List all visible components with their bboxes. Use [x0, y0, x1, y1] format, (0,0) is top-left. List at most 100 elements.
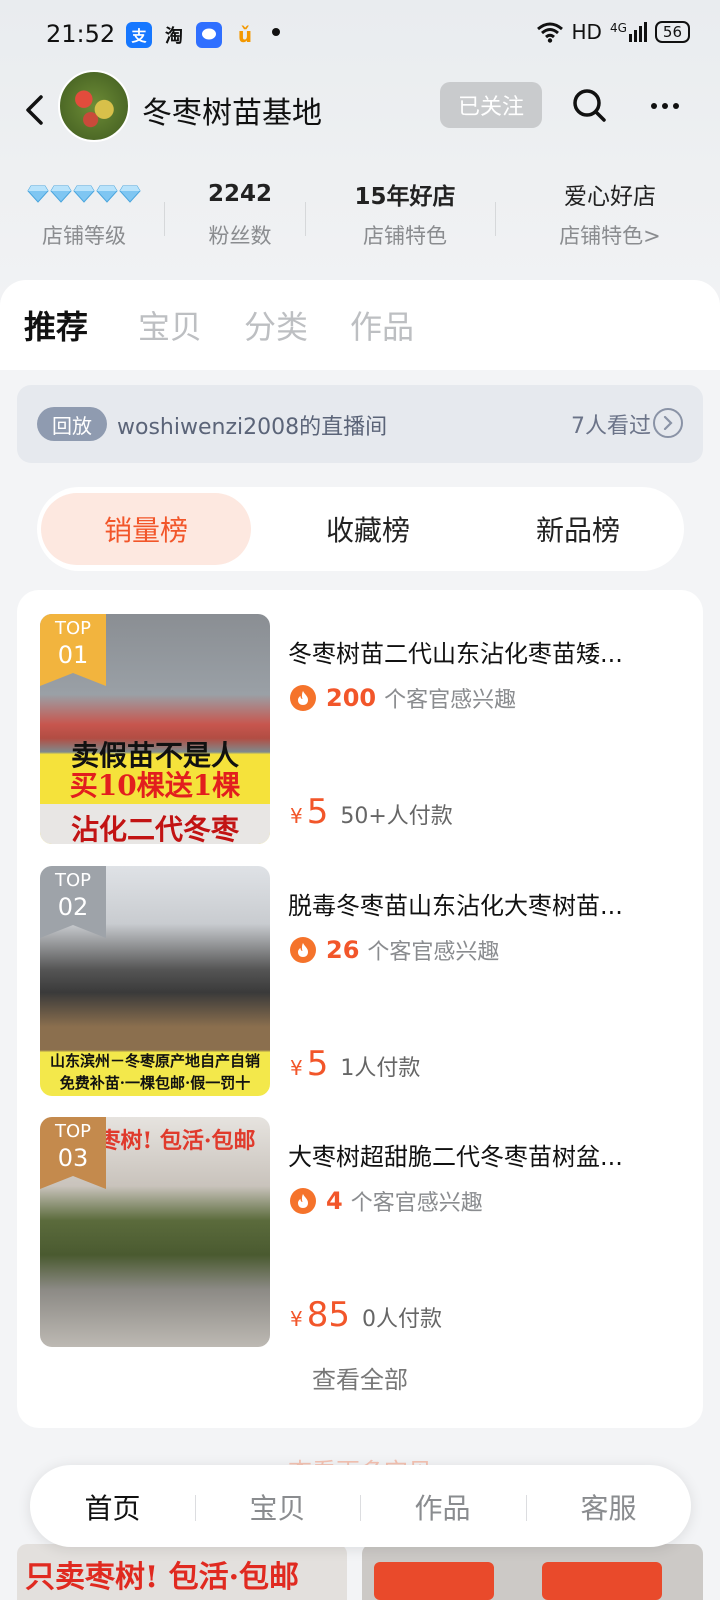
currency-symbol: ¥ [290, 1307, 303, 1331]
diamond-icon [27, 185, 49, 203]
interest-count: 4 [326, 1187, 343, 1215]
replay-badge: 回放 [37, 407, 107, 441]
wifi-icon [536, 22, 563, 43]
follow-button[interactable]: 已关注 [440, 82, 542, 128]
view-all-link[interactable]: 查看全部 [17, 1360, 703, 1395]
product-card-preview[interactable]: 只卖枣树! 包活·包邮 [17, 1544, 347, 1600]
chat-icon [196, 22, 222, 48]
rank-tab-sales[interactable]: 销量榜 [41, 493, 251, 565]
rank-badge: TOP 02 [40, 866, 106, 938]
fire-icon [290, 937, 316, 963]
product-title: 冬枣树苗二代山东沾化枣苗矮... [288, 640, 623, 668]
image-caption: 买10棵送1棵 [69, 769, 241, 802]
diamond-icon [96, 185, 118, 203]
nav-products[interactable]: 宝贝 [195, 1487, 360, 1527]
price: 5 [306, 1044, 329, 1084]
more-dot-icon [673, 103, 679, 109]
live-room-title: woshiwenzi2008的直播间 [117, 415, 388, 440]
stat-value: 2242 [207, 181, 272, 207]
more-dot-icon [651, 103, 657, 109]
rank-badge: TOP 03 [40, 1117, 106, 1189]
interest-row: 4 个客官感兴趣 [290, 1185, 483, 1217]
chevron-right-icon [653, 408, 683, 438]
currency-symbol: ¥ [290, 804, 303, 828]
interest-count: 26 [326, 936, 360, 964]
stat-fans[interactable]: 2242 粉丝数 [186, 178, 294, 250]
nav-customer-service[interactable]: 客服 [526, 1487, 691, 1527]
battery-icon: 56 [654, 21, 690, 43]
network-label: HD [571, 20, 602, 44]
payers-count: 50+人付款 [340, 804, 453, 829]
stat-feature-1[interactable]: 15年好店 店铺特色 [340, 178, 470, 250]
stat-feature-2[interactable]: 爱心好店 店铺特色> [540, 178, 680, 250]
product-image[interactable]: 山东滨州－冬枣原产地自产自销 免费补苗·一棵包邮·假一罚十 TOP 02 [40, 866, 270, 1096]
tab-recommend[interactable]: 推荐 [24, 302, 88, 348]
status-right: HD 4G 56 [536, 20, 690, 44]
stat-shop-level[interactable]: 店铺等级 [22, 178, 146, 250]
search-icon [573, 89, 606, 122]
rank-badge-number: 02 [57, 893, 89, 921]
product-card-preview[interactable] [362, 1544, 703, 1600]
search-button[interactable] [570, 86, 610, 126]
rank-badge-number: 03 [57, 1144, 89, 1172]
more-button[interactable] [640, 86, 690, 126]
fire-icon [290, 685, 316, 711]
status-bar: 21:52 支 淘 ǔ HD 4G 56 [0, 0, 720, 70]
stat-value: 爱心好店 [564, 184, 656, 210]
live-viewers: 7人看过 [571, 414, 651, 439]
fire-icon [290, 1188, 316, 1214]
back-button[interactable] [16, 90, 52, 130]
shop-avatar[interactable] [58, 70, 130, 142]
taobao-icon: 淘 [165, 26, 183, 47]
interest-text: 个客官感兴趣 [384, 688, 517, 713]
divider [164, 202, 165, 236]
diamond-rating [22, 178, 146, 210]
image-caption: 只卖枣树! 包活·包邮 [25, 1560, 300, 1595]
tab-categories[interactable]: 分类 [244, 302, 308, 348]
live-replay-bar[interactable]: 回放 woshiwenzi2008的直播间 7人看过 [17, 385, 703, 463]
nav-works[interactable]: 作品 [360, 1487, 525, 1527]
interest-text: 个客官感兴趣 [350, 1191, 483, 1216]
tabs-panel: 推荐 宝贝 分类 作品 [0, 280, 720, 370]
rank-badge-top: TOP [54, 1121, 92, 1142]
diamond-icon [73, 185, 95, 203]
product-image[interactable]: 只卖枣树! 包活·包邮 TOP 03 [40, 1117, 270, 1347]
stat-value: 15年好店 [354, 184, 456, 210]
chevron-left-icon [26, 95, 43, 125]
product-image[interactable]: 卖假苗不是人 买10棵送1棵 沾化二代冬枣 TOP 01 [40, 614, 270, 844]
stat-label: 店铺特色 [363, 224, 447, 248]
image-caption: 免费补苗·一棵包邮·假一罚十 [59, 1074, 251, 1092]
currency-symbol: ¥ [290, 1056, 303, 1080]
tab-works[interactable]: 作品 [350, 302, 414, 348]
rank-tab-favorites[interactable]: 收藏榜 [263, 493, 473, 565]
stat-label: 粉丝数 [208, 224, 272, 248]
interest-count: 200 [326, 684, 377, 712]
bottom-nav: 首页 宝贝 作品 客服 [30, 1465, 691, 1547]
interest-row: 26 个客官感兴趣 [290, 934, 499, 966]
list-item[interactable]: 只卖枣树! 包活·包邮 TOP 03 大枣树超甜脆二代冬枣苗树盆... 4 个客… [40, 1117, 680, 1347]
rank-badge: TOP 01 [40, 614, 106, 686]
product-title: 大枣树超甜脆二代冬枣苗树盆... [288, 1143, 623, 1171]
interest-text: 个客官感兴趣 [367, 940, 500, 965]
list-item[interactable]: 山东滨州－冬枣原产地自产自销 免费补苗·一棵包邮·假一罚十 TOP 02 脱毒冬… [40, 866, 680, 1096]
price-row: ¥ 85 0人付款 [290, 1295, 442, 1335]
rank-badge-top: TOP [54, 870, 92, 891]
interest-row: 200 个客官感兴趣 [290, 682, 516, 714]
stat-label: 店铺等级 [42, 224, 126, 248]
price-row: ¥ 5 50+人付款 [290, 792, 453, 832]
nav-home[interactable]: 首页 [30, 1487, 195, 1527]
rank-badge-top: TOP [54, 618, 92, 639]
signal-icon: 4G [610, 22, 647, 42]
ranking-tabs: 销量榜 收藏榜 新品榜 [37, 487, 684, 571]
price: 5 [306, 792, 329, 832]
diamond-icon [50, 185, 72, 203]
tab-products[interactable]: 宝贝 [138, 302, 202, 348]
signal-label: 4G [609, 21, 627, 35]
divider [495, 202, 496, 236]
status-time: 21:52 [46, 20, 116, 48]
notification-dot-icon [272, 28, 280, 36]
rank-tab-new[interactable]: 新品榜 [473, 493, 683, 565]
list-item[interactable]: 卖假苗不是人 买10棵送1棵 沾化二代冬枣 TOP 01 冬枣树苗二代山东沾化枣… [40, 614, 680, 844]
image-caption: 山东滨州－冬枣原产地自产自销 [49, 1052, 260, 1070]
price: 85 [306, 1295, 350, 1335]
